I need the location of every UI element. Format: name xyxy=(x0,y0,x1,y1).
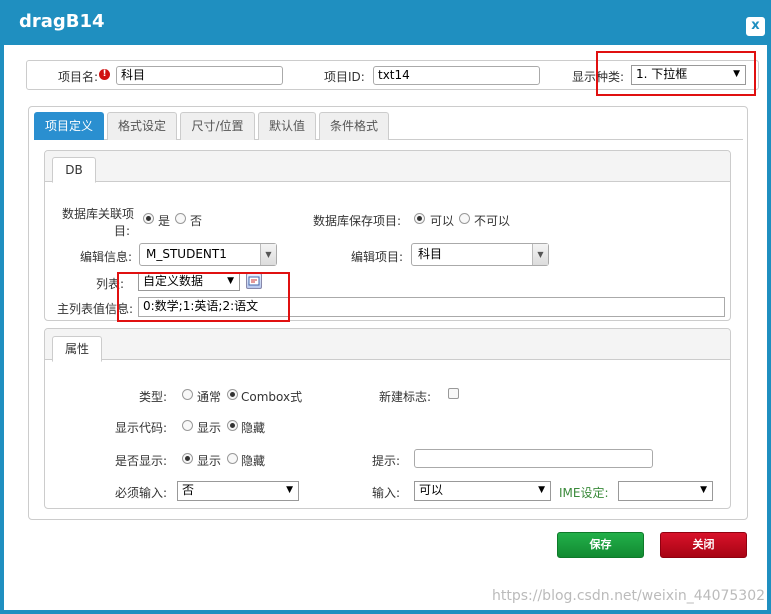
show-code-show-label: 显示 xyxy=(197,421,222,435)
input-select[interactable]: 可以 ▼ xyxy=(414,481,551,501)
visible-hide-radio[interactable] xyxy=(227,453,238,464)
ime-label: IME设定: xyxy=(559,486,609,500)
input-label: 输入: xyxy=(372,486,401,500)
db-save-yes-label: 可以 xyxy=(430,214,455,228)
required-label: 必须输入: xyxy=(115,486,168,500)
tab-item-definition[interactable]: 项目定义 xyxy=(34,112,104,140)
watermark-text: https://blog.csdn.net/weixin_44075302 xyxy=(492,588,766,604)
db-link-yes-label: 是 xyxy=(158,214,171,228)
required-value: 否 xyxy=(182,483,195,497)
type-normal-radio[interactable] xyxy=(182,389,193,400)
type-combox-radio[interactable] xyxy=(227,389,238,400)
new-flag-checkbox[interactable] xyxy=(448,388,459,399)
input-value: 可以 xyxy=(419,483,444,497)
item-id-label: 项目ID: xyxy=(324,70,365,84)
props-section-header xyxy=(45,329,730,360)
visible-show-radio[interactable] xyxy=(182,453,193,464)
show-code-hide-radio[interactable] xyxy=(227,420,238,431)
chevron-down-icon: ▼ xyxy=(260,244,276,265)
chevron-down-icon: ▼ xyxy=(700,485,707,495)
db-section-header xyxy=(45,151,730,182)
show-code-show-radio[interactable] xyxy=(182,420,193,431)
chevron-down-icon: ▼ xyxy=(286,485,293,495)
db-link-yes-radio[interactable] xyxy=(143,213,154,224)
close-button[interactable]: 关闭 xyxy=(660,532,747,558)
required-select[interactable]: 否 ▼ xyxy=(177,481,299,501)
db-save-yes-radio[interactable] xyxy=(414,213,425,224)
db-link-no-radio[interactable] xyxy=(175,213,186,224)
db-link-label-line2: 目: xyxy=(114,224,131,238)
db-save-label: 数据库保存项目: xyxy=(313,214,402,228)
edit-item-value: 科目 xyxy=(418,247,443,261)
item-name-label: 项目名: xyxy=(58,70,99,84)
close-icon[interactable]: x xyxy=(746,17,765,36)
visible-show-label: 显示 xyxy=(197,454,222,468)
hint-input[interactable] xyxy=(414,449,653,468)
edit-info-value: M_STUDENT1 xyxy=(146,247,227,261)
tab-db[interactable]: DB xyxy=(52,157,96,183)
tab-default-value[interactable]: 默认值 xyxy=(258,112,316,140)
db-save-no-label: 不可以 xyxy=(474,214,511,228)
tab-properties[interactable]: 属性 xyxy=(52,336,102,362)
show-code-hide-label: 隐藏 xyxy=(241,421,266,435)
highlight-box-list xyxy=(117,272,290,322)
db-link-no-label: 否 xyxy=(190,214,203,228)
type-combox-label: Combox式 xyxy=(241,390,303,404)
db-save-no-radio[interactable] xyxy=(459,213,470,224)
type-normal-label: 通常 xyxy=(197,390,222,404)
item-name-input[interactable]: 科目 xyxy=(116,66,283,85)
ime-select[interactable]: ▼ xyxy=(618,481,713,501)
window-title: dragB14 xyxy=(19,11,105,32)
edit-info-label: 编辑信息: xyxy=(80,250,133,264)
highlight-box-display-type xyxy=(596,51,756,96)
edit-info-select[interactable]: M_STUDENT1 ▼ xyxy=(139,243,277,266)
new-flag-label: 新建标志: xyxy=(379,390,432,404)
visible-label: 是否显示: xyxy=(115,454,168,468)
tab-size-position[interactable]: 尺寸/位置 xyxy=(180,112,255,140)
tab-format-settings[interactable]: 格式设定 xyxy=(107,112,177,140)
required-icon: ! xyxy=(99,69,110,80)
title-bar[interactable]: dragB14 x xyxy=(4,0,767,45)
edit-item-label: 编辑项目: xyxy=(351,250,404,264)
tab-conditional-format[interactable]: 条件格式 xyxy=(319,112,389,140)
visible-hide-label: 隐藏 xyxy=(241,454,266,468)
type-label: 类型: xyxy=(139,390,168,404)
edit-item-select[interactable]: 科目 ▼ xyxy=(411,243,549,266)
save-button[interactable]: 保存 xyxy=(557,532,644,558)
chevron-down-icon: ▼ xyxy=(532,244,548,265)
hint-label: 提示: xyxy=(372,454,401,468)
item-id-input[interactable]: txt14 xyxy=(373,66,540,85)
db-link-label-line1: 数据库关联项 xyxy=(62,207,135,221)
show-code-label: 显示代码: xyxy=(115,421,168,435)
chevron-down-icon: ▼ xyxy=(538,485,545,495)
